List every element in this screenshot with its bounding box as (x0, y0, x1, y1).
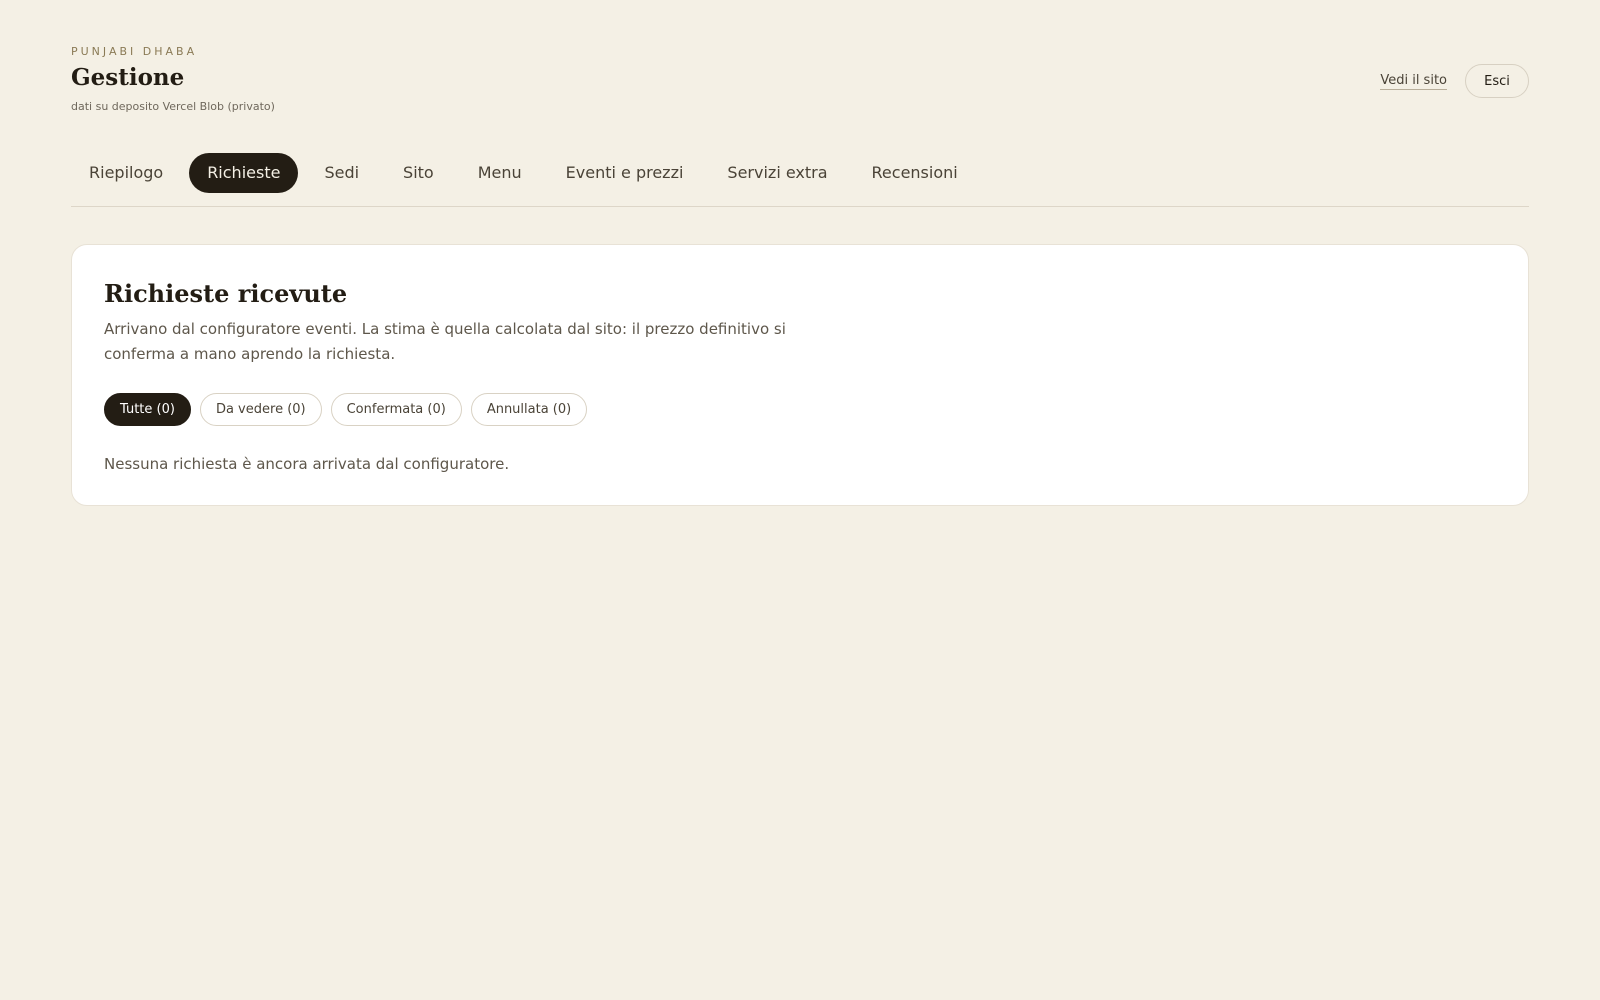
requests-title: Richieste ricevute (104, 279, 348, 308)
filter-all[interactable]: Tutte (0) (104, 393, 191, 426)
tab-riepilogo[interactable]: Riepilogo (71, 153, 181, 193)
status-filters: Tutte (0) Da vedere (0) Confermata (0) A… (104, 393, 588, 426)
requests-description: Arrivano dal configuratore eventi. La st… (104, 320, 786, 363)
tab-sito[interactable]: Sito (385, 153, 452, 193)
filter-cancelled[interactable]: Annullata (0) (470, 393, 588, 426)
requests-card: Richieste ricevute Arrivano dal configur… (71, 244, 1529, 506)
tab-servizi-extra[interactable]: Servizi extra (709, 153, 845, 193)
filter-confirmed[interactable]: Confermata (0) (330, 393, 462, 426)
tab-eventi-e-prezzi[interactable]: Eventi e prezzi (548, 153, 702, 193)
header-actions: Vedi il sito Esci (1380, 64, 1529, 98)
header: PUNJABI DHABA Gestione dati su deposito … (71, 44, 1529, 124)
page-title: Gestione (71, 64, 185, 91)
brand-name: PUNJABI DHABA (71, 45, 198, 58)
tab-bar: Riepilogo Richieste Sedi Sito Menu Event… (71, 153, 1529, 207)
storage-subtitle: dati su deposito Vercel Blob (privato) (71, 100, 275, 113)
filter-to-review[interactable]: Da vedere (0) (199, 393, 322, 426)
tab-menu[interactable]: Menu (460, 153, 540, 193)
empty-state-message: Nessuna richiesta è ancora arrivata dal … (104, 455, 510, 473)
admin-page: PUNJABI DHABA Gestione dati su deposito … (0, 0, 1600, 1000)
tab-sedi[interactable]: Sedi (306, 153, 377, 193)
logout-button[interactable]: Esci (1465, 64, 1529, 98)
tab-richieste[interactable]: Richieste (189, 153, 299, 193)
view-site-link[interactable]: Vedi il sito (1380, 73, 1447, 90)
tab-recensioni[interactable]: Recensioni (854, 153, 976, 193)
